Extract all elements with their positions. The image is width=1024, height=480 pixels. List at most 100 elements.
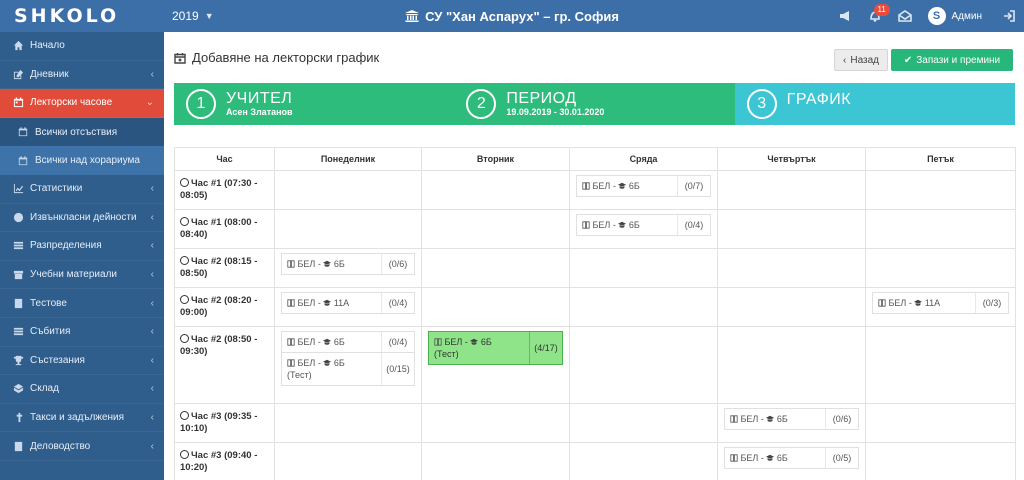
day-cell[interactable] bbox=[274, 170, 422, 210]
day-cell[interactable] bbox=[717, 248, 866, 288]
day-cell[interactable] bbox=[274, 403, 422, 443]
wizard-step-schedule[interactable]: 3 ГРАФИК bbox=[734, 83, 1015, 125]
sidebar-subitem-all-absences[interactable]: Всички отсъствия bbox=[0, 117, 164, 147]
day-cell[interactable]: БЕЛ - 6Б (0/5) bbox=[717, 442, 866, 480]
day-cell[interactable] bbox=[569, 326, 718, 404]
day-cell[interactable]: БЕЛ - 6Б (0/7) bbox=[569, 170, 718, 210]
lesson-subject-class: БЕЛ - 6Б bbox=[297, 337, 345, 347]
day-cell[interactable] bbox=[274, 442, 422, 480]
day-cell[interactable]: БЕЛ - 6Б (Тест) (4/17) bbox=[421, 326, 570, 404]
lesson-info: БЕЛ - 6Б bbox=[282, 332, 382, 352]
day-cell[interactable] bbox=[421, 442, 570, 480]
sidebar-item-statistics[interactable]: Статистики ‹ bbox=[0, 175, 164, 204]
announcement-button[interactable] bbox=[830, 0, 860, 32]
day-cell[interactable] bbox=[717, 209, 866, 249]
lesson-card[interactable]: БЕЛ - 11А (0/4) bbox=[281, 292, 415, 314]
day-cell[interactable] bbox=[569, 403, 718, 443]
save-and-continue-button[interactable]: ✔ Запази и премини bbox=[891, 49, 1013, 71]
sidebar-item-label: Дневник bbox=[30, 68, 69, 80]
clock-icon bbox=[180, 178, 189, 187]
day-cell[interactable] bbox=[717, 287, 866, 327]
lesson-subject-class: БЕЛ - 6Б bbox=[740, 453, 788, 463]
sidebar-subitem-all-over-quota[interactable]: Всички над хорариума bbox=[0, 146, 164, 175]
wizard-step-teacher[interactable]: 1 УЧИТЕЛ Асен Златанов bbox=[174, 83, 455, 125]
sidebar-item-home[interactable]: Начало bbox=[0, 32, 164, 61]
lesson-card[interactable]: БЕЛ - 6Б (0/6) bbox=[281, 253, 415, 275]
day-cell[interactable] bbox=[421, 403, 570, 443]
sidebar-item-label: Тестове bbox=[30, 297, 67, 309]
sidebar-item-fees[interactable]: Такси и задължения ‹ bbox=[0, 404, 164, 433]
day-cell[interactable] bbox=[569, 442, 718, 480]
main-content: Добавяне на лекторски график ‹ Назад ✔ З… bbox=[164, 32, 1024, 480]
lesson-card[interactable]: БЕЛ - 6Б (0/7) bbox=[576, 175, 711, 197]
day-cell[interactable] bbox=[865, 442, 1016, 480]
day-cell[interactable]: БЕЛ - 11А (0/4) bbox=[274, 287, 422, 327]
lesson-card[interactable]: БЕЛ - 6Б (0/4) bbox=[576, 214, 711, 236]
sidebar-item-materials[interactable]: Учебни материали ‹ bbox=[0, 261, 164, 290]
day-cell[interactable] bbox=[865, 209, 1016, 249]
app-logo[interactable]: SHKOLO bbox=[0, 0, 164, 32]
day-cell[interactable]: БЕЛ - 6Б (0/4) БЕЛ - 6Б (Тест) (0/15) bbox=[274, 326, 422, 404]
sidebar-item-extracurricular[interactable]: Извънкласни дейности ‹ bbox=[0, 204, 164, 233]
lesson-card[interactable]: БЕЛ - 11А (0/3) bbox=[872, 292, 1009, 314]
day-cell[interactable] bbox=[421, 287, 570, 327]
lesson-info: БЕЛ - 6Б bbox=[577, 215, 678, 235]
day-cell[interactable] bbox=[865, 170, 1016, 210]
year-selector[interactable]: 2019 ▼ bbox=[172, 9, 214, 23]
table-row: Час #1 (08:00 - 08:40) БЕЛ - 6Б (0/4) bbox=[174, 209, 1016, 249]
sidebar-item-events[interactable]: Събития ‹ bbox=[0, 318, 164, 347]
day-cell[interactable] bbox=[865, 248, 1016, 288]
day-cell[interactable] bbox=[717, 326, 866, 404]
time-slot-label: Час #2 (08:15 - 08:50) bbox=[180, 256, 258, 279]
sidebar-item-label: Състезания bbox=[30, 354, 85, 366]
lesson-info: БЕЛ - 6Б bbox=[725, 448, 826, 468]
back-button[interactable]: ‹ Назад bbox=[834, 49, 888, 71]
lesson-card[interactable]: БЕЛ - 6Б (Тест) (4/17) bbox=[428, 331, 563, 365]
sidebar-item-diary[interactable]: Дневник ‹ bbox=[0, 61, 164, 90]
lesson-card[interactable]: БЕЛ - 6Б (0/5) bbox=[724, 447, 859, 469]
lesson-count: (0/7) bbox=[684, 181, 704, 191]
sidebar-item-label: Статистики bbox=[30, 183, 83, 195]
sidebar-item-records[interactable]: Деловодство ‹ bbox=[0, 432, 164, 461]
sidebar-item-tests[interactable]: Тестове ‹ bbox=[0, 289, 164, 318]
notifications-button[interactable]: 11 bbox=[860, 0, 890, 32]
chevron-left-icon: ‹ bbox=[150, 183, 154, 195]
day-cell[interactable] bbox=[569, 248, 718, 288]
institution-icon bbox=[405, 9, 420, 22]
sidebar-item-label: Разпределения bbox=[30, 240, 102, 252]
time-slot-cell: Час #1 (07:30 - 08:05) bbox=[174, 170, 275, 210]
time-slot-cell: Час #2 (08:20 - 09:00) bbox=[174, 287, 275, 327]
sidebar-item-label: Учебни материали bbox=[30, 269, 118, 281]
lesson-card[interactable]: БЕЛ - 6Б (0/6) bbox=[724, 408, 859, 430]
chevron-left-icon: ‹ bbox=[150, 211, 154, 223]
day-cell[interactable] bbox=[421, 248, 570, 288]
day-cell[interactable]: БЕЛ - 11А (0/3) bbox=[865, 287, 1016, 327]
messages-button[interactable] bbox=[890, 0, 920, 32]
sidebar-item-distributions[interactable]: Разпределения ‹ bbox=[0, 232, 164, 261]
wizard-step-period[interactable]: 2 ПЕРИОД 19.09.2019 - 30.01.2020 bbox=[454, 83, 735, 125]
lesson-card[interactable]: БЕЛ - 6Б (Тест) (0/15) bbox=[281, 353, 415, 386]
user-menu[interactable]: S Админ bbox=[920, 7, 995, 25]
calendar-plus-icon bbox=[174, 52, 186, 64]
table-body: Час #1 (07:30 - 08:05) БЕЛ - 6Б (0/7) Час … bbox=[174, 170, 1016, 480]
sidebar: Начало Дневник ‹ Лекторски часове ⌄ Всич… bbox=[0, 32, 164, 480]
day-cell[interactable] bbox=[717, 170, 866, 210]
day-cell[interactable] bbox=[421, 209, 570, 249]
chart-icon bbox=[12, 183, 24, 195]
book-icon bbox=[730, 453, 738, 463]
time-slot-label: Час #1 (07:30 - 08:05) bbox=[180, 178, 258, 201]
sidebar-item-warehouse[interactable]: Склад ‹ bbox=[0, 375, 164, 404]
day-cell[interactable] bbox=[865, 403, 1016, 443]
sidebar-item-competitions[interactable]: Състезания ‹ bbox=[0, 347, 164, 376]
day-cell[interactable]: БЕЛ - 6Б (0/4) bbox=[569, 209, 718, 249]
logout-button[interactable] bbox=[994, 0, 1024, 32]
day-cell[interactable] bbox=[569, 287, 718, 327]
sidebar-item-lecturer-hours[interactable]: Лекторски часове ⌄ bbox=[0, 89, 164, 118]
lesson-card[interactable]: БЕЛ - 6Б (0/4) bbox=[281, 331, 415, 353]
page-title: Добавяне на лекторски график bbox=[192, 50, 380, 65]
day-cell[interactable]: БЕЛ - 6Б (0/6) bbox=[717, 403, 866, 443]
day-cell[interactable] bbox=[865, 326, 1016, 404]
day-cell[interactable] bbox=[274, 209, 422, 249]
day-cell[interactable]: БЕЛ - 6Б (0/6) bbox=[274, 248, 422, 288]
day-cell[interactable] bbox=[421, 170, 570, 210]
